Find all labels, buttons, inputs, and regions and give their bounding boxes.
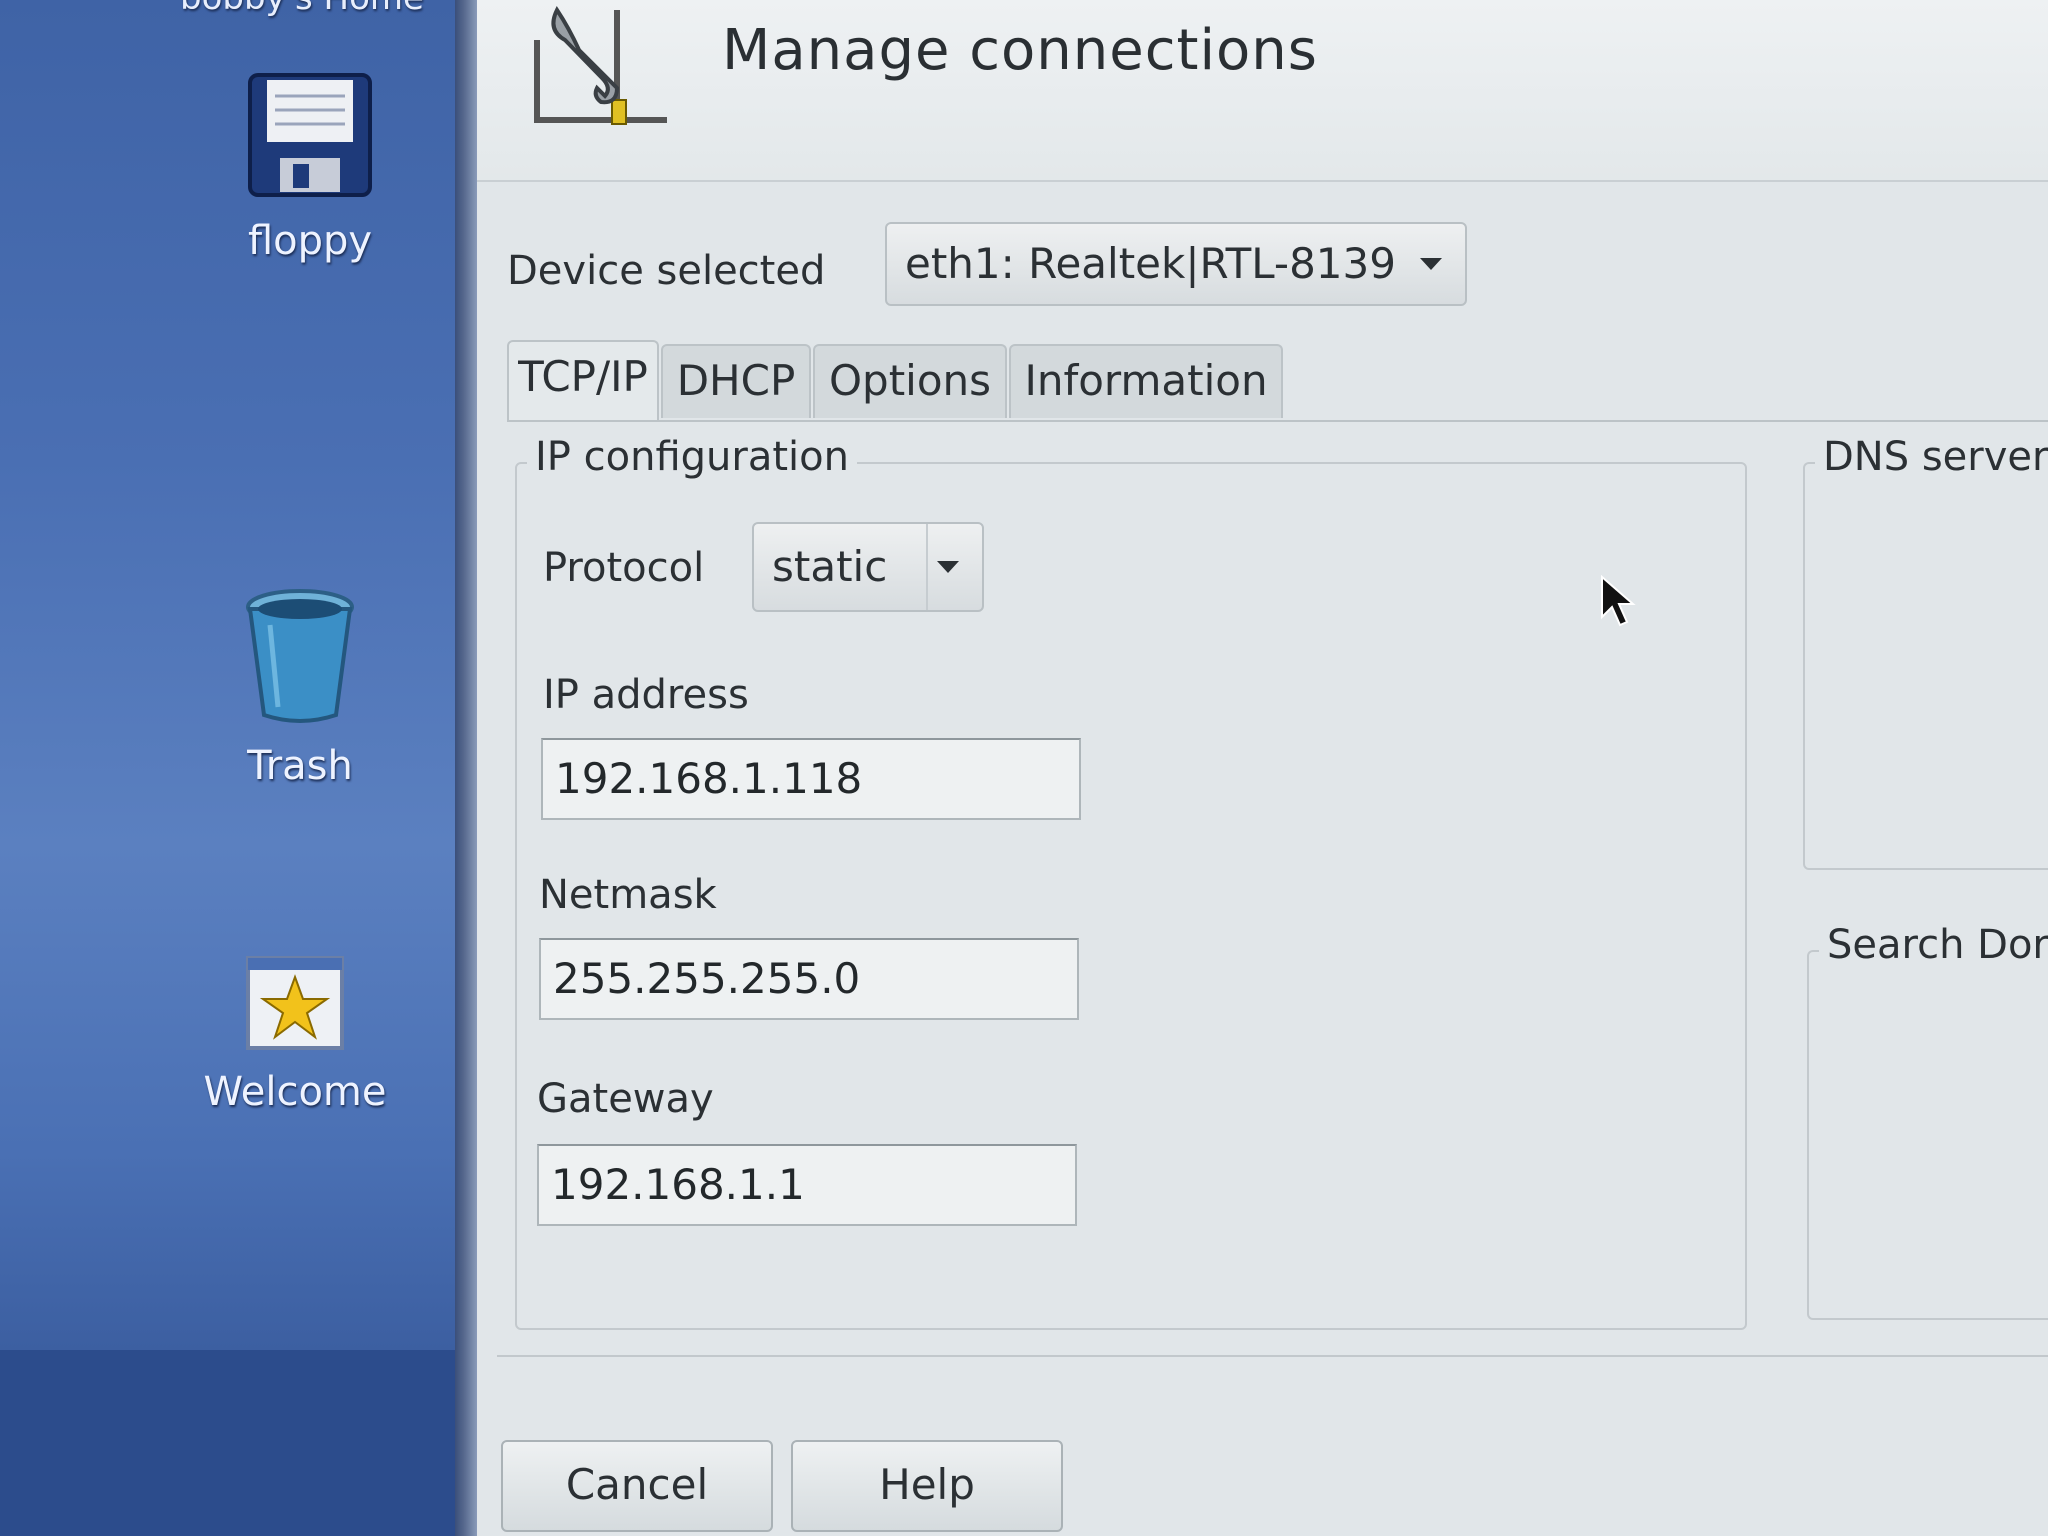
tab-options[interactable]: Options (813, 344, 1007, 418)
desktop-icon-trash[interactable]: Trash (185, 585, 415, 789)
button-separator (497, 1355, 2048, 1357)
device-select[interactable]: eth1: Realtek|RTL-8139 (885, 222, 1467, 306)
protocol-select[interactable]: static (752, 522, 984, 612)
desktop: bobby's Home floppy Trash Welcome (0, 0, 470, 1536)
search-domains-title: Search Dor (1819, 922, 2048, 968)
tab-dhcp[interactable]: DHCP (661, 344, 811, 418)
cancel-button[interactable]: Cancel (501, 1440, 773, 1532)
mouse-pointer-icon (1601, 575, 1636, 627)
home-folder-label[interactable]: bobby's Home (180, 0, 424, 18)
device-select-value: eth1: Realtek|RTL-8139 (905, 239, 1396, 288)
window-border (455, 0, 477, 1536)
gateway-field[interactable]: 192.168.1.1 (537, 1144, 1077, 1226)
dns-servers-group: DNS servers (1803, 434, 2048, 870)
netmask-field[interactable]: 255.255.255.0 (539, 938, 1079, 1020)
star-icon (246, 956, 344, 1050)
tab-information[interactable]: Information (1009, 344, 1283, 418)
chevron-down-icon (1411, 224, 1451, 304)
wrench-network-icon (534, 6, 667, 125)
ip-configuration-title: IP configuration (527, 434, 857, 480)
help-button[interactable]: Help (791, 1440, 1063, 1532)
desktop-icon-floppy[interactable]: floppy (195, 70, 425, 264)
tab-tcpip[interactable]: TCP/IP (507, 340, 659, 422)
protocol-select-value: static (772, 542, 888, 591)
trash-icon (246, 589, 354, 723)
netmask-label: Netmask (539, 872, 717, 918)
device-selected-label: Device selected (507, 248, 826, 294)
ip-address-label: IP address (543, 672, 749, 718)
ip-address-field[interactable]: 192.168.1.118 (541, 738, 1081, 820)
trash-label: Trash (247, 743, 353, 789)
chevron-down-icon (926, 524, 968, 610)
floppy-label: floppy (247, 218, 373, 264)
dialog-title: Manage connections (722, 18, 1318, 83)
welcome-label: Welcome (203, 1069, 387, 1115)
manage-connections-dialog: Manage connections Device selected eth1:… (477, 0, 2048, 1536)
search-domains-group: Search Dor (1807, 922, 2048, 1320)
dns-servers-title: DNS servers (1815, 434, 2048, 480)
dialog-header: Manage connections (477, 0, 2048, 182)
protocol-label: Protocol (543, 545, 705, 591)
floppy-disk-icon (248, 73, 372, 197)
gateway-label: Gateway (537, 1076, 714, 1122)
desktop-icon-welcome[interactable]: Welcome (180, 955, 410, 1115)
